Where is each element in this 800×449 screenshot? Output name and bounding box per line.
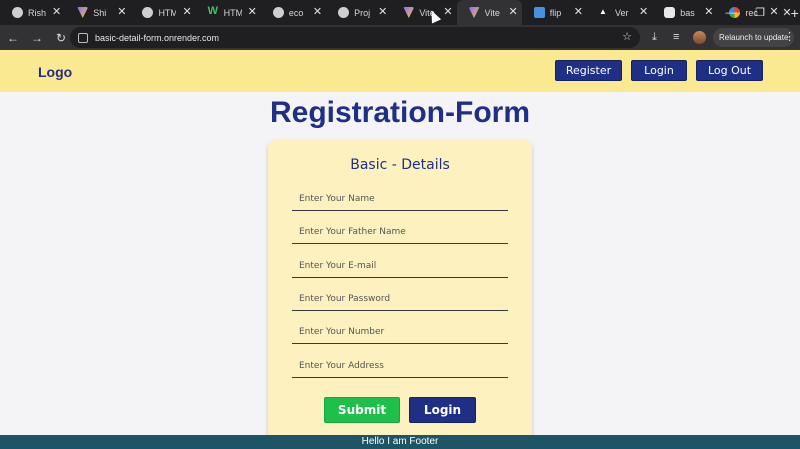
tab-title: flip (549, 7, 562, 18)
browser-tab[interactable]: bas ✕ (652, 0, 717, 25)
number-input[interactable] (292, 320, 508, 343)
browser-tab-active[interactable]: Vite ✕ (456, 0, 522, 25)
close-tab-icon[interactable]: ✕ (704, 7, 713, 18)
logout-button[interactable]: Log Out (696, 60, 763, 81)
header-login-button[interactable]: Login (631, 60, 687, 81)
vite-icon (403, 7, 415, 18)
password-field-wrap (292, 287, 508, 311)
footer: Hello I am Footer (0, 435, 800, 449)
form-login-button[interactable]: Login (409, 397, 476, 423)
github-icon (272, 7, 284, 18)
reload-icon[interactable]: ↻ (50, 27, 72, 49)
close-tab-icon[interactable]: ✕ (574, 7, 583, 18)
browser-tab[interactable]: flip ✕ (522, 0, 587, 25)
tab-title: Ver (614, 7, 629, 18)
name-input[interactable] (292, 187, 508, 210)
w-icon: W (207, 5, 219, 17)
address-bar[interactable]: basic-detail-form.onrender.com ☆ (70, 27, 640, 48)
tab-title: Rish (28, 7, 46, 18)
close-tab-icon[interactable]: ✕ (639, 7, 648, 18)
submit-button[interactable]: Submit (324, 397, 400, 423)
browser-tab[interactable]: Rish ✕ (0, 0, 65, 25)
email-input[interactable] (292, 254, 508, 277)
tab-title: HTM (158, 7, 177, 18)
close-tab-icon[interactable]: ✕ (509, 7, 518, 18)
github-icon (12, 7, 23, 18)
card-title: Basic - Details (350, 157, 450, 173)
address-input[interactable] (292, 354, 508, 377)
vite-icon (468, 7, 480, 18)
close-tab-icon[interactable]: ✕ (248, 7, 257, 18)
vercel-icon: ▲ (598, 7, 607, 16)
browser-tab-strip: Rish ✕ Shi ✕ HTM ✕ W HTM ✕ eco ✕ Proj ✕ Vite ✕ V… (0, 0, 800, 25)
globe-icon (142, 7, 154, 18)
address-field-wrap (292, 354, 508, 378)
restore-icon[interactable]: ❐ (745, 0, 775, 25)
close-tab-icon[interactable]: ✕ (182, 7, 191, 18)
logo[interactable]: Logo (38, 64, 72, 80)
profile-avatar[interactable] (693, 31, 706, 44)
close-tab-icon[interactable]: ✕ (378, 7, 387, 18)
browser-tab[interactable]: Vite ✕ (391, 0, 456, 25)
registration-card: Basic - Details Submit Login (268, 140, 532, 440)
vite-icon (77, 7, 89, 18)
site-header: Logo Register Login Log Out (0, 50, 800, 92)
tab-title: eco (288, 7, 304, 18)
tab-title: Vite (484, 7, 500, 18)
browser-tab[interactable]: Proj ✕ (326, 0, 391, 25)
download-icon[interactable]: ⤓ (652, 31, 657, 44)
page-title: Registration-Form (269, 96, 530, 129)
email-field-wrap (292, 254, 508, 278)
tab-title: Proj (354, 7, 371, 18)
tab-title: HTM (223, 7, 242, 18)
tab-title: bas (680, 7, 695, 18)
close-tab-icon[interactable]: ✕ (52, 7, 61, 18)
back-icon[interactable]: ← (2, 27, 24, 49)
close-tab-icon[interactable]: ✕ (313, 7, 322, 18)
name-field-wrap (292, 187, 508, 211)
site-settings-icon[interactable] (78, 32, 88, 43)
number-field-wrap (292, 320, 508, 344)
father-name-input[interactable] (292, 220, 508, 243)
close-tab-icon[interactable]: ✕ (443, 7, 452, 18)
url-text: basic-detail-form.onrender.com (95, 32, 220, 43)
browser-tab[interactable]: eco ✕ (261, 0, 326, 25)
browser-tab[interactable]: Shi ✕ (65, 0, 130, 25)
flipkart-icon (533, 7, 545, 18)
close-tab-icon[interactable]: ✕ (117, 7, 126, 18)
browser-tab[interactable]: W HTM ✕ (196, 0, 261, 25)
media-icon[interactable]: ≡ (673, 31, 679, 43)
register-button[interactable]: Register (555, 60, 622, 81)
github-icon (338, 7, 350, 18)
bookmark-star-icon[interactable]: ☆ (622, 30, 632, 43)
browser-tab[interactable]: HTM ✕ (130, 0, 195, 25)
minimize-icon[interactable]: — (716, 0, 746, 25)
close-window-icon[interactable]: ✕ (772, 0, 800, 25)
render-icon (664, 7, 676, 18)
father-name-field-wrap (292, 220, 508, 244)
forward-icon[interactable]: → (26, 27, 48, 49)
browser-menu-icon[interactable]: ⋮ (784, 30, 795, 43)
tab-title: Shi (93, 7, 107, 18)
browser-tab[interactable]: ▲ Ver ✕ (587, 0, 652, 25)
password-input[interactable] (292, 287, 508, 310)
relaunch-button[interactable]: Relaunch to update (713, 28, 795, 47)
